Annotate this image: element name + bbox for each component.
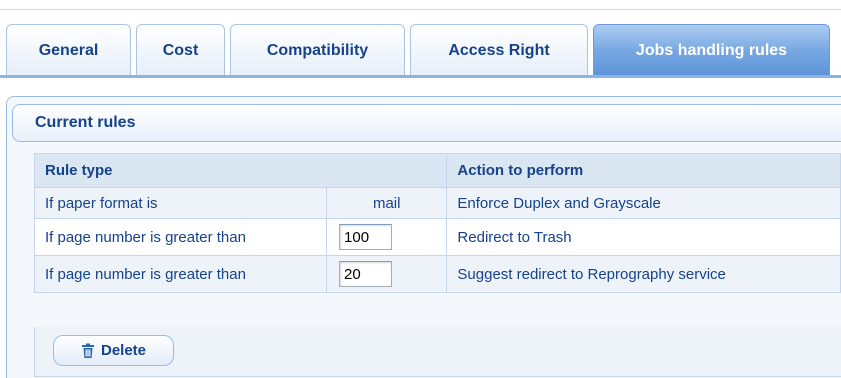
tab-label: Jobs handling rules [635, 41, 788, 59]
tab-label: Compatibility [266, 41, 369, 59]
tab-cost[interactable]: Cost [136, 24, 225, 76]
rule-action-cell: Suggest redirect to Reprography service [446, 255, 841, 293]
table-header-row: Rule type Action to perform [33, 153, 841, 188]
page-threshold-input[interactable] [339, 261, 393, 287]
tab-label: General [38, 41, 99, 59]
column-header-rule-type[interactable]: Rule type [33, 153, 448, 188]
rule-action-cell: Redirect to Trash [446, 218, 841, 256]
rule-param-cell [326, 218, 448, 256]
current-rules-title: Current rules [35, 114, 136, 131]
tab-general[interactable]: General [6, 24, 131, 76]
tab-strip-baseline [0, 75, 841, 78]
tab-access-right[interactable]: Access Right [410, 24, 588, 76]
delete-label: Delete [100, 342, 147, 359]
trash-icon [81, 343, 94, 358]
table-row[interactable]: If paper format is mail Enforce Duplex a… [33, 187, 841, 219]
rule-type-cell: If page number is greater than [33, 255, 328, 293]
rules-table: Rule type Action to perform If paper for… [33, 153, 841, 293]
tab-jobs-handling-rules[interactable]: Jobs handling rules [593, 24, 830, 76]
job-rules-page: General Cost Compatibility Access Right … [0, 0, 841, 378]
rule-param-cell: mail [326, 187, 448, 219]
tab-compatibility[interactable]: Compatibility [230, 24, 405, 76]
page-threshold-input[interactable] [339, 224, 393, 250]
tab-label: Cost [162, 41, 199, 59]
table-row[interactable]: If page number is greater than Suggest r… [33, 255, 841, 293]
rule-param-value: mail [372, 194, 401, 212]
tab-label: Access Right [448, 41, 550, 59]
rule-action-cell: Enforce Duplex and Grayscale [446, 187, 841, 219]
current-rules-header[interactable]: Current rules [12, 104, 841, 142]
table-row[interactable]: If page number is greater than Redirect … [33, 218, 841, 256]
rule-type-cell: If paper format is [33, 187, 328, 219]
delete-button[interactable]: Delete [53, 335, 174, 366]
column-header-action[interactable]: Action to perform [446, 153, 841, 188]
rule-param-cell [326, 255, 448, 293]
top-divider [0, 9, 841, 10]
rule-type-cell: If page number is greater than [33, 218, 328, 256]
